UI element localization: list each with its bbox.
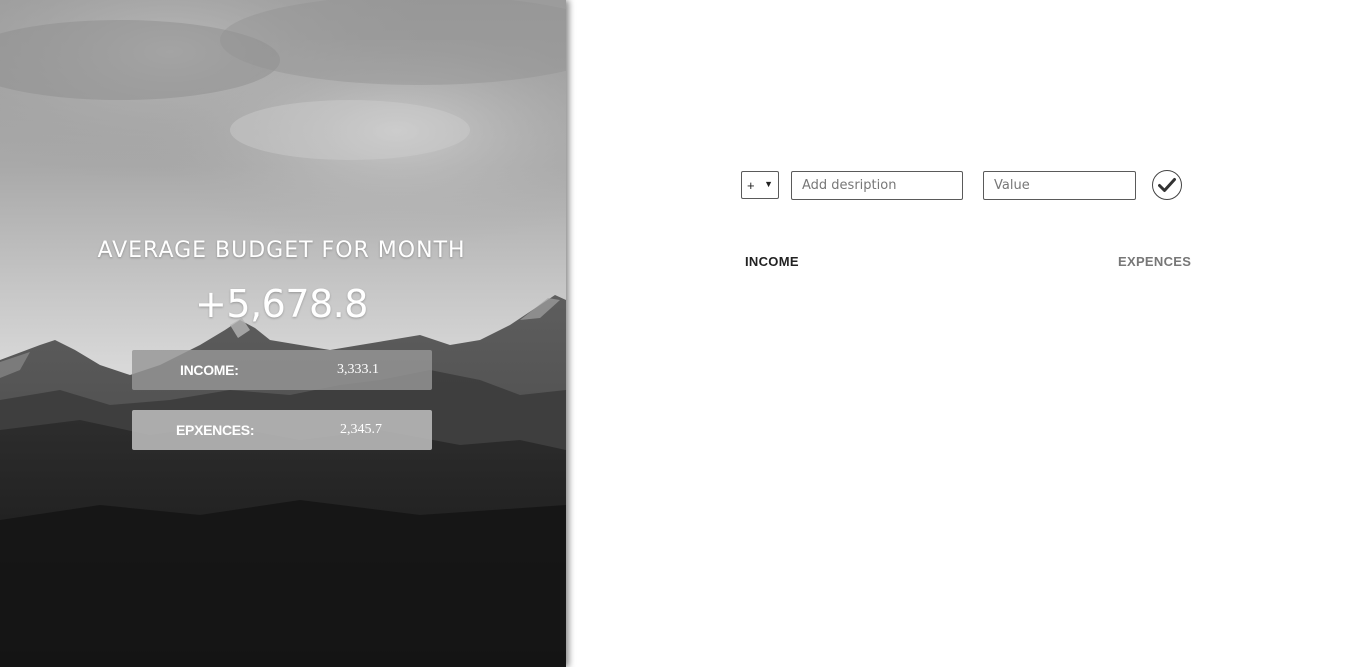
expenses-summary-label: EPXENCES: (176, 422, 255, 438)
checkmark-icon (1158, 178, 1176, 192)
mountain-background-image (0, 0, 566, 667)
budget-title: AVERAGE BUDGET FOR MONTH (97, 238, 466, 263)
expenses-summary: EPXENCES: 2,345.7 (132, 410, 432, 450)
value-input[interactable] (983, 171, 1136, 200)
budget-app: AVERAGE BUDGET FOR MONTH +5,678.8 INCOME… (0, 0, 1359, 667)
budget-summary-panel: AVERAGE BUDGET FOR MONTH +5,678.8 INCOME… (0, 0, 566, 667)
budget-total: +5,678.8 (195, 282, 368, 326)
income-list-title: INCOME (745, 254, 799, 269)
chevron-down-icon: ▼ (764, 179, 773, 189)
type-select[interactable]: + ▼ (741, 171, 779, 199)
add-item-button[interactable] (1152, 170, 1182, 200)
type-select-value: + (747, 178, 755, 193)
expenses-summary-value: 2,345.7 (340, 422, 382, 437)
income-summary-label: INCOME: (180, 362, 239, 378)
expenses-list-title: EXPENCES (1118, 254, 1192, 269)
income-summary: INCOME: 3,333.1 (132, 350, 432, 390)
description-input[interactable] (791, 171, 963, 200)
income-summary-value: 3,333.1 (337, 362, 379, 377)
